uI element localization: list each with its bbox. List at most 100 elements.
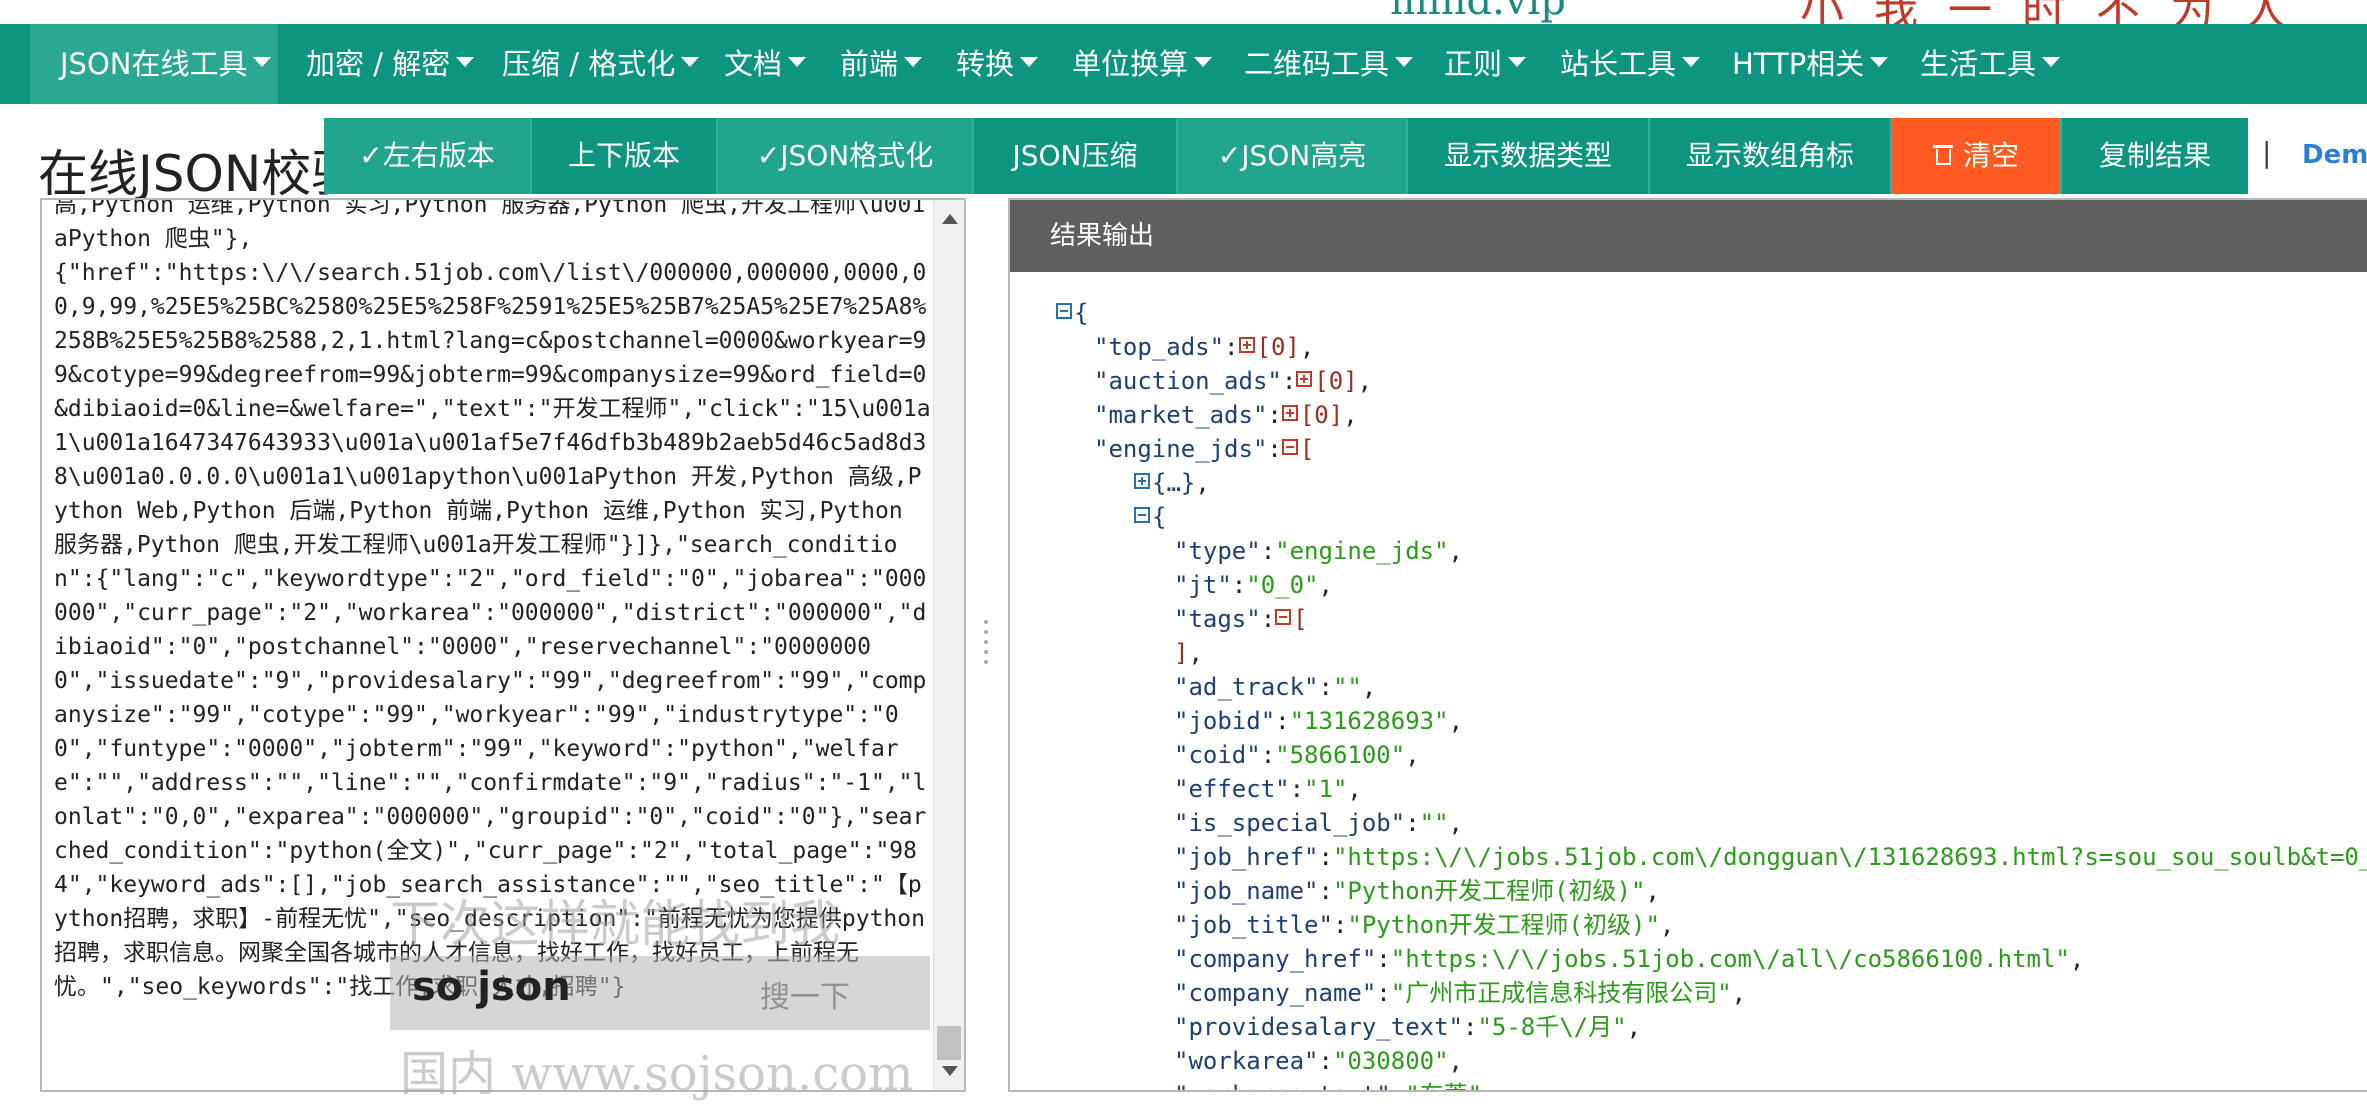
json-key: "coid" [1174, 741, 1261, 769]
editor-scrollbar[interactable] [933, 200, 964, 1090]
json-key: "job_title" [1174, 911, 1333, 939]
json-punctuation: , [1318, 571, 1333, 599]
json-punctuation: , [1357, 367, 1373, 395]
show-data-type-button[interactable]: 显示数据类型 [1408, 118, 1650, 194]
json-colon: : [1260, 741, 1276, 769]
demo-link[interactable]: Demo [2302, 140, 2367, 170]
json-colon: : [1260, 605, 1276, 633]
json-tree-line: "jobid":"131628693", [1010, 704, 2367, 738]
left-right-layout-button[interactable]: ✓左右版本 [324, 118, 532, 194]
scroll-thumb[interactable] [937, 1026, 961, 1060]
json-key: "workarea_text" [1174, 1081, 1391, 1090]
json-highlight-button[interactable]: ✓JSON高亮 [1178, 118, 1408, 194]
caret-down-icon [904, 57, 923, 67]
json-tree-line: "tags": [ [1010, 602, 2367, 636]
copy-result-button[interactable]: 复制结果 [2062, 118, 2248, 194]
json-colon: : [1318, 673, 1333, 701]
collapse-toggle-icon[interactable] [1056, 303, 1072, 319]
caret-down-icon [1870, 57, 1889, 67]
nav-label: 生活工具 [1920, 47, 2037, 81]
caret-down-icon [1194, 57, 1213, 67]
json-key: "providesalary_text" [1174, 1013, 1463, 1041]
collapse-toggle-icon[interactable] [1281, 439, 1298, 455]
json-colon: : [1405, 809, 1420, 837]
json-tree-line: "providesalary_text":"5-8千\/月", [1010, 1010, 2367, 1044]
json-punctuation: , [1343, 401, 1358, 429]
nav-qrcode[interactable]: 二维码工具 [1244, 24, 1414, 104]
json-bracket: [0] [1256, 333, 1300, 361]
nav-frontend[interactable]: 前端 [840, 24, 923, 104]
json-tree-line: "top_ads": [0], [1010, 330, 2367, 364]
top-bottom-layout-button[interactable]: 上下版本 [532, 118, 718, 194]
nav-regex[interactable]: 正则 [1444, 24, 1527, 104]
json-string-value: "东莞" [1405, 1081, 1482, 1090]
caret-down-icon [253, 57, 272, 67]
collapse-toggle-icon[interactable] [1134, 507, 1150, 523]
json-punctuation: , [1645, 877, 1660, 905]
scroll-down-arrow-icon[interactable] [942, 1066, 958, 1076]
json-key: "type" [1174, 537, 1261, 565]
json-string-value: "https:\/\/jobs.51job.com\/dongguan\/131… [1332, 843, 2367, 871]
expand-toggle-icon[interactable] [1238, 337, 1255, 353]
result-panel: 结果输出 {"top_ads": [0], "auction_ads": [0], "m… [1008, 198, 2367, 1092]
toolbar-separator: | [2262, 136, 2272, 169]
watermark-search-text: 搜一下 [760, 980, 850, 1015]
json-colon: : [1267, 435, 1282, 463]
expand-toggle-icon[interactable] [1296, 371, 1313, 387]
json-string-value: "5866100" [1275, 741, 1406, 769]
expand-toggle-icon[interactable] [1134, 473, 1150, 489]
json-key: "market_ads" [1094, 401, 1268, 429]
nav-label: JSON在线工具 [60, 47, 248, 81]
json-string-value: "Python开发工程师(初级)" [1332, 877, 1646, 905]
nav-label: 文档 [724, 47, 783, 81]
main-nav: JSON在线工具 加密 / 解密 压缩 / 格式化 文档 前端 转换 单位换算 … [0, 24, 2367, 104]
scroll-up-arrow-icon[interactable] [942, 214, 958, 224]
json-key: "jobid" [1174, 707, 1276, 735]
json-key: "company_href" [1174, 945, 1377, 973]
json-key: "workarea" [1174, 1047, 1319, 1075]
expand-toggle-icon[interactable] [1281, 405, 1298, 421]
nav-http[interactable]: HTTP相关 [1732, 24, 1889, 104]
nav-unit-convert[interactable]: 单位换算 [1072, 24, 1213, 104]
clear-button[interactable]: 清空 [1892, 118, 2062, 194]
json-string-value: "" [1332, 673, 1362, 701]
json-tree-line: "ad_track":"", [1010, 670, 2367, 704]
json-colon: : [1231, 571, 1247, 599]
nav-json-tools[interactable]: JSON在线工具 [30, 24, 278, 104]
watermark-top-text: 下次这样就能找到我 [390, 895, 840, 953]
nav-label: 转换 [956, 47, 1015, 81]
json-string-value: "0_0" [1246, 571, 1319, 599]
json-compress-button[interactable]: JSON压缩 [974, 118, 1178, 194]
json-format-button[interactable]: ✓JSON格式化 [718, 118, 974, 194]
nav-label: HTTP相关 [1732, 47, 1865, 81]
collapse-toggle-icon[interactable] [1275, 609, 1292, 625]
top-banner: mind.vip 小我一时不为人 [0, 0, 2367, 24]
json-punctuation: , [1405, 741, 1420, 769]
nav-docs[interactable]: 文档 [724, 24, 807, 104]
banner-text-left: mind.vip [1390, 0, 1566, 24]
nav-label: 正则 [1444, 47, 1503, 81]
nav-life-tools[interactable]: 生活工具 [1920, 24, 2061, 104]
nav-webmaster[interactable]: 站长工具 [1560, 24, 1701, 104]
nav-label: 加密 / 解密 [306, 47, 451, 81]
json-colon: : [1267, 401, 1282, 429]
json-bracket: { [1074, 299, 1089, 327]
json-string-value: "030800" [1332, 1047, 1449, 1075]
json-bracket: [0] [1314, 367, 1358, 395]
json-string-value: "https:\/\/jobs.51job.com\/all\/co586610… [1390, 945, 2070, 973]
nav-convert[interactable]: 转换 [956, 24, 1039, 104]
nav-compress-format[interactable]: 压缩 / 格式化 [502, 24, 700, 104]
json-tree: { "top_ads": [0], "auction_ads": [0], "market… [1010, 296, 2367, 1090]
json-punctuation: , [1482, 1081, 1496, 1090]
nav-encrypt[interactable]: 加密 / 解密 [306, 24, 475, 104]
show-array-index-button[interactable]: 显示数组角标 [1650, 118, 1892, 194]
json-bracket: {…} [1152, 469, 1196, 497]
caret-down-icon [456, 57, 475, 67]
json-tree-line: "auction_ads": [0], [1010, 364, 2367, 398]
json-punctuation: , [1626, 1013, 1642, 1041]
panel-splitter-handle[interactable] [984, 620, 990, 670]
json-string-value: "" [1419, 809, 1449, 837]
json-tree-line: "type":"engine_jds", [1010, 534, 2367, 568]
json-tree-line: "company_name":"广州市正成信息科技有限公司", [1010, 976, 2367, 1010]
caret-down-icon [1682, 57, 1701, 67]
